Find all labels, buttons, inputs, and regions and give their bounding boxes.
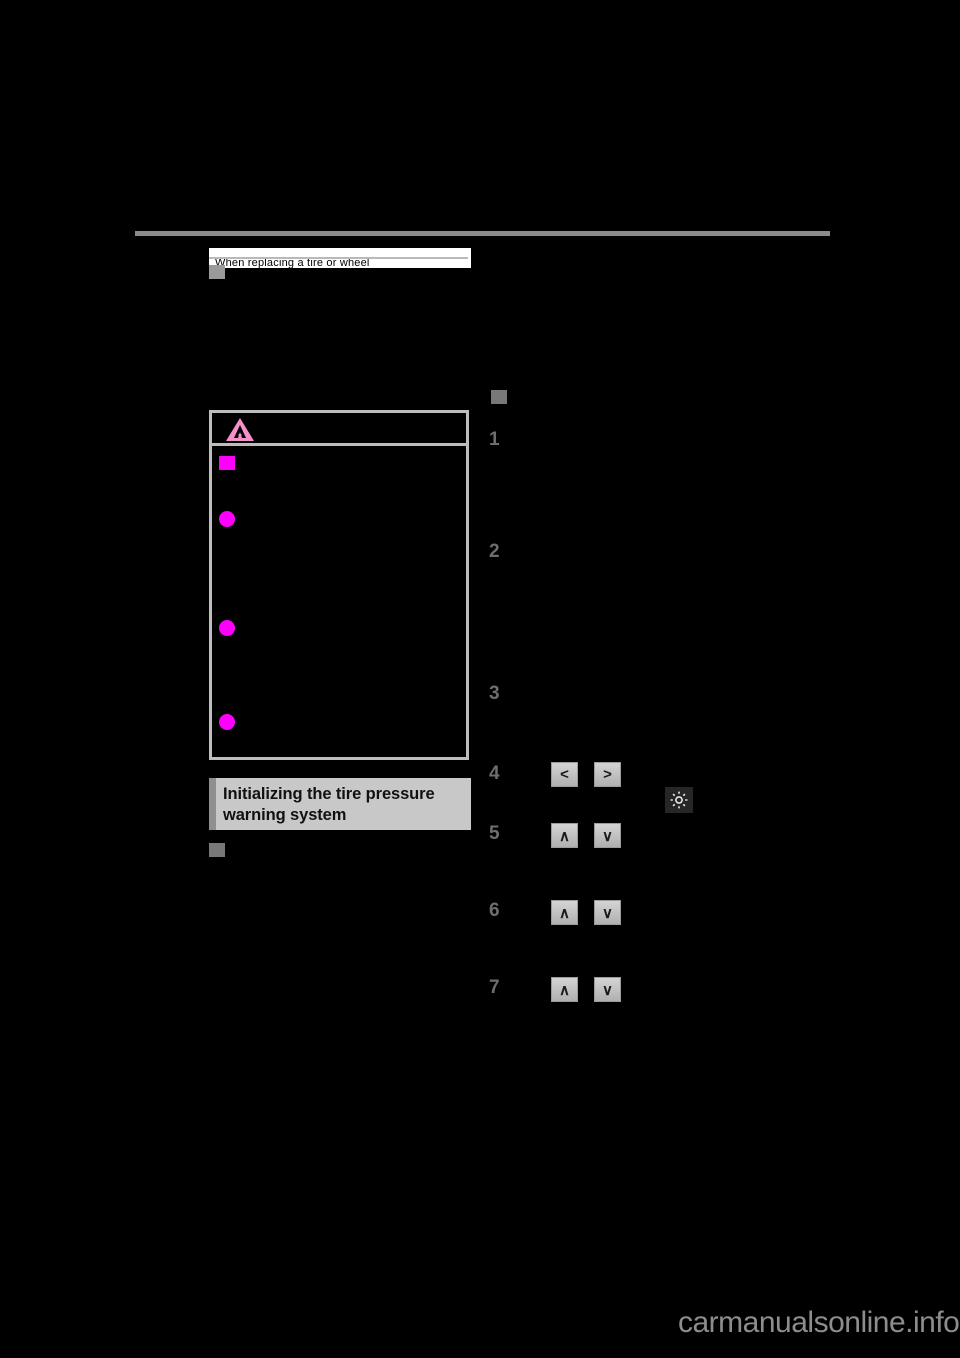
subsection-heading-band: When replacing a tire or wheel [209,248,471,268]
warning-box [209,410,469,760]
step-number: 7 [489,977,500,998]
watermark: carmanualsonline.info [678,1306,960,1339]
heading-highlight [209,248,471,257]
down-chevron-button[interactable]: ∨ [594,977,621,1002]
down-chevron-button[interactable]: ∨ [594,823,621,848]
subsection-marker-icon [209,265,225,279]
section-heading: Initializing the tire pressure warning s… [209,778,471,830]
up-chevron-button[interactable]: ∧ [551,977,578,1002]
warning-circle-bullet-icon [219,511,235,527]
warning-box-header [212,413,466,446]
step-number: 5 [489,823,500,844]
up-chevron-button[interactable]: ∧ [551,823,578,848]
step-number: 6 [489,900,500,921]
warning-circle-bullet-icon [219,714,235,730]
left-arrow-button[interactable]: < [551,762,578,787]
gear-icon[interactable] [665,787,693,813]
section-heading-line-2: warning system [223,806,347,824]
warning-triangle-icon [226,418,254,441]
step-number: 1 [489,429,500,450]
section-heading-accent-bar [209,778,216,830]
subsection-marker-icon [209,843,225,857]
section-heading-text: Initializing the tire pressure warning s… [223,784,465,826]
up-chevron-button[interactable]: ∧ [551,900,578,925]
warning-circle-bullet-icon [219,620,235,636]
page-top-rule [135,231,830,236]
section-heading-line-1: Initializing the tire pressure [223,785,435,803]
step-number: 3 [489,683,500,704]
step-number: 2 [489,541,500,562]
down-chevron-button[interactable]: ∨ [594,900,621,925]
step-number: 4 [489,763,500,784]
subsection-marker-icon [491,390,507,404]
warning-box-body [212,449,466,757]
warning-square-bullet-icon [219,456,235,470]
right-arrow-button[interactable]: > [594,762,621,787]
manual-page: When replacing a tire or wheel Initializ… [0,0,960,1358]
subsection-heading-text: When replacing a tire or wheel [215,259,370,268]
